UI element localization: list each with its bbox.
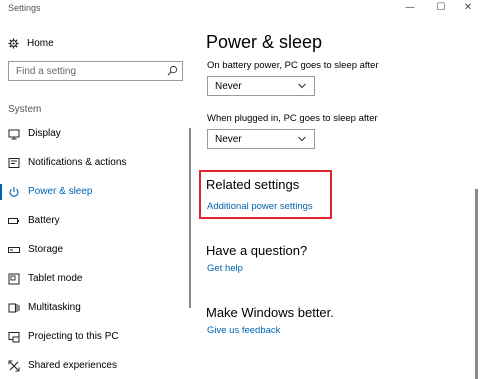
sidebar-item-label: Power & sleep	[28, 186, 93, 197]
sidebar-item-display[interactable]: Display	[0, 122, 190, 146]
give-feedback-link[interactable]: Give us feedback	[207, 325, 280, 336]
battery-sleep-dropdown[interactable]: Never	[207, 76, 315, 96]
search-placeholder: Find a setting	[16, 66, 77, 77]
chevron-down-icon	[298, 83, 306, 89]
get-help-link[interactable]: Get help	[207, 263, 243, 274]
window-title: Settings	[8, 3, 41, 13]
sidebar-item-label: Battery	[28, 215, 60, 226]
dropdown-value: Never	[215, 134, 242, 145]
multitasking-icon	[8, 303, 20, 313]
active-indicator	[0, 184, 2, 200]
sidebar-item-label: Notifications & actions	[28, 157, 127, 168]
shared-experiences-icon	[8, 360, 20, 372]
projecting-icon	[8, 332, 20, 343]
title-bar: Settings — ☐ ✕	[0, 0, 480, 18]
sidebar-item-multitasking[interactable]: Multitasking	[0, 296, 190, 320]
sidebar-item-tablet-mode[interactable]: Tablet mode	[0, 267, 190, 291]
battery-sleep-label: On battery power, PC goes to sleep after	[207, 60, 379, 71]
feedback-heading: Make Windows better.	[206, 305, 334, 320]
sidebar-item-notifications[interactable]: Notifications & actions	[0, 151, 190, 175]
plugged-sleep-dropdown[interactable]: Never	[207, 129, 315, 149]
sidebar-item-shared-experiences[interactable]: Shared experiences	[0, 354, 190, 378]
section-label: System	[8, 104, 42, 115]
sidebar-item-storage[interactable]: Storage	[0, 238, 190, 262]
home-label: Home	[27, 37, 54, 49]
sidebar-item-label: Shared experiences	[28, 360, 117, 371]
sidebar-scrollbar[interactable]	[189, 128, 191, 308]
sidebar-item-projecting[interactable]: Projecting to this PC	[0, 325, 190, 349]
chevron-down-icon	[298, 136, 306, 142]
plugged-sleep-label: When plugged in, PC goes to sleep after	[207, 113, 378, 124]
storage-icon	[8, 247, 20, 253]
tablet-mode-icon	[8, 273, 20, 285]
sidebar-item-label: Projecting to this PC	[28, 331, 119, 342]
home-button[interactable]: Home	[8, 35, 54, 51]
battery-icon	[8, 218, 19, 224]
power-icon	[9, 187, 19, 197]
page-title: Power & sleep	[206, 32, 323, 52]
main-scrollbar[interactable]	[473, 18, 480, 379]
sidebar-item-label: Tablet mode	[28, 273, 83, 284]
sidebar-item-label: Multitasking	[28, 302, 81, 313]
search-input[interactable]: Find a setting	[8, 61, 183, 81]
sidebar-item-power-sleep[interactable]: Power & sleep	[0, 180, 190, 204]
minimize-button[interactable]: —	[400, 1, 420, 15]
sidebar-item-battery[interactable]: Battery	[0, 209, 190, 233]
maximize-button[interactable]: ☐	[431, 1, 451, 15]
related-settings-heading: Related settings	[206, 177, 300, 192]
sidebar: Home Find a setting System Display Notif…	[0, 18, 196, 379]
dropdown-value: Never	[215, 81, 242, 92]
question-heading: Have a question?	[206, 243, 308, 258]
search-icon	[167, 65, 178, 76]
additional-power-settings-link[interactable]: Additional power settings	[207, 201, 313, 212]
sidebar-item-label: Display	[28, 128, 61, 139]
display-icon	[8, 129, 20, 140]
scrollbar-thumb[interactable]	[475, 189, 478, 379]
gear-icon	[8, 37, 19, 49]
main-content: Power & sleep On battery power, PC goes …	[196, 18, 466, 379]
sidebar-item-label: Storage	[28, 244, 64, 255]
close-button[interactable]: ✕	[458, 1, 478, 15]
notifications-icon	[8, 158, 20, 168]
